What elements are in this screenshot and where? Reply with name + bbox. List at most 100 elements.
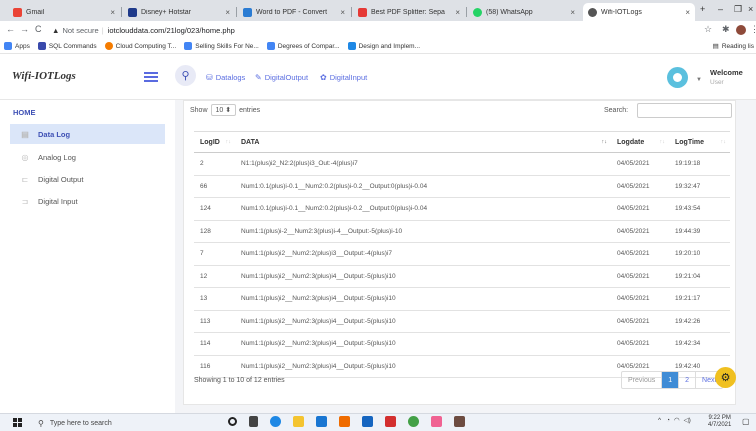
table-row[interactable]: 128 Num1:1(plus)i-2__Num2:3(plus)i-4__Out…: [194, 220, 730, 243]
forward-icon[interactable]: →: [20, 24, 29, 34]
tab-whatsapp[interactable]: (58) WhatsApp ×: [468, 3, 580, 21]
entries-value[interactable]: 10: [216, 107, 224, 114]
profile-icon[interactable]: [736, 25, 746, 35]
tab-pdf-splitter[interactable]: Best PDF Splitter: Sepa ×: [353, 3, 465, 21]
tab-wifi-iotlogs[interactable]: Wifi-IOTLogs ×: [583, 3, 695, 21]
security-label[interactable]: Not secure: [62, 26, 98, 35]
bookmark-selling[interactable]: Selling Skills For Ne...: [184, 42, 259, 50]
sidebar-item-data-log[interactable]: ▤ Data Log: [10, 124, 165, 144]
network-icon[interactable]: ◔: [666, 417, 670, 424]
url-bar[interactable]: ▲ Not secure | iotclouddata.com/21log/02…: [52, 23, 702, 37]
table-row[interactable]: 2 N1:1(plus)i2_N2:2(plus)i3_Out:-4(plus)i…: [194, 152, 730, 176]
bookmark-cloud[interactable]: Cloud Computing T...: [104, 42, 176, 50]
warning-icon[interactable]: ▲: [52, 26, 59, 35]
chrome-icon[interactable]: [408, 416, 419, 427]
pagination-previous[interactable]: Previous: [622, 372, 663, 388]
pagination-page[interactable]: 2: [679, 372, 697, 388]
bookmark-design[interactable]: Design and Implem...: [347, 42, 420, 50]
select-arrows-icon: ⬍: [225, 107, 232, 114]
sidebar-item-digital-input[interactable]: ⊐ Digital Input: [10, 191, 165, 211]
close-tab-icon[interactable]: ×: [570, 8, 575, 17]
col-header-logtime[interactable]: LogTime ↑↓: [669, 131, 730, 153]
word-icon: [243, 7, 252, 17]
tab-word-to-pdf[interactable]: Word to PDF - Convert ×: [238, 3, 350, 21]
task-view-icon[interactable]: [249, 416, 258, 427]
doc-icon: [347, 42, 356, 50]
back-icon[interactable]: ←: [6, 24, 15, 34]
app-icon[interactable]: [454, 416, 465, 427]
url-text[interactable]: iotclouddata.com/21log/023/home.php: [108, 26, 235, 35]
pagination-page[interactable]: 1: [662, 372, 680, 388]
avatar[interactable]: [667, 67, 688, 88]
table-row[interactable]: 124 Num1:0.1(plus)i-0.1__Num2:0.2(plus)i-…: [194, 197, 730, 221]
nav-digitaloutput[interactable]: ✎ DigitalOutput: [255, 73, 308, 82]
windows-start-icon[interactable]: [13, 418, 22, 427]
sidebar-item-label: Analog Log: [38, 152, 76, 162]
close-tab-icon[interactable]: ×: [685, 8, 690, 17]
wifi-icon[interactable]: ◠: [674, 416, 680, 424]
tab-title: Word to PDF - Convert: [256, 8, 328, 16]
restore-icon[interactable]: ❐: [734, 4, 742, 15]
table-row[interactable]: 114 Num1:1(plus)i2__Num2:3(plus)i4__Outpu…: [194, 332, 730, 356]
table-search-input[interactable]: [637, 103, 732, 118]
table-row[interactable]: 66 Num1:0.1(plus)i-0.1__Num2:0.2(plus)i-0…: [194, 175, 730, 198]
col-header-data[interactable]: DATA ↑↓: [235, 131, 611, 153]
tab-hotstar[interactable]: Disney+ Hotstar ×: [123, 3, 235, 21]
entries-select[interactable]: 10 ⬍: [210, 104, 237, 116]
chevron-down-icon[interactable]: ▼: [696, 77, 702, 83]
bookmark-star-icon[interactable]: ☆: [704, 24, 712, 35]
search-icon[interactable]: ⚲: [175, 65, 196, 86]
cortana-icon[interactable]: [228, 417, 237, 426]
hamburger-menu-icon[interactable]: [144, 72, 158, 82]
table-row[interactable]: 12 Num1:1(plus)i2__Num2:3(plus)i4__Output…: [194, 265, 730, 288]
chevron-up-icon[interactable]: ^: [658, 417, 661, 424]
reading-list-icon: ▤: [712, 43, 719, 50]
taskbar-search[interactable]: ⚲ Type here to search: [38, 416, 213, 430]
extensions-icon[interactable]: ✱: [722, 24, 730, 35]
taskbar-search-placeholder[interactable]: Type here to search: [50, 420, 112, 427]
nav-datalogs[interactable]: ⛁ Datalogs: [206, 73, 245, 82]
table-row[interactable]: 7 Num1:1(plus)i2__Num2:2(plus)i3__Output:…: [194, 242, 730, 266]
reload-icon[interactable]: C: [35, 24, 42, 34]
close-tab-icon[interactable]: ×: [225, 8, 230, 17]
photos-icon[interactable]: [362, 416, 373, 427]
sidebar-item-digital-output[interactable]: ⊏ Digital Output: [10, 169, 165, 189]
nav-digitalinput[interactable]: ✿ DigitalInput: [320, 73, 367, 82]
settings-gear-icon[interactable]: ⚙: [715, 367, 736, 388]
sidebar-item-analog-log[interactable]: ◎ Analog Log: [10, 147, 165, 167]
minimize-icon[interactable]: –: [718, 4, 723, 14]
table-row[interactable]: 13 Num1:1(plus)i2__Num2:3(plus)i4__Output…: [194, 287, 730, 311]
close-tab-icon[interactable]: ×: [110, 8, 115, 17]
acrobat-icon[interactable]: [385, 416, 396, 427]
close-window-icon[interactable]: ×: [748, 4, 753, 14]
col-header-logdate[interactable]: Logdate ↑↓: [611, 131, 669, 153]
system-tray[interactable]: ^ ◔ ◠ ◁): [658, 416, 691, 425]
notification-icon[interactable]: ▢: [742, 417, 750, 426]
gmail-icon: [13, 7, 22, 17]
edge-icon[interactable]: [270, 416, 281, 427]
app-logo[interactable]: Wifi-IOTLogs: [12, 70, 76, 82]
store-icon[interactable]: [316, 416, 327, 427]
col-header-logid[interactable]: LogID ↑↓: [194, 131, 235, 153]
close-tab-icon[interactable]: ×: [340, 8, 345, 17]
bookmark-apps[interactable]: Apps: [4, 42, 30, 50]
app-icon[interactable]: [339, 416, 350, 427]
clock-time[interactable]: 9:22 PM: [708, 415, 731, 422]
table-row[interactable]: 113 Num1:1(plus)i2__Num2:3(plus)i4__Outpu…: [194, 310, 730, 333]
nav-label: DigitalInput: [329, 73, 368, 82]
taskbar-clock[interactable]: 9:22 PM 4/7/2021: [708, 415, 731, 429]
clock-date[interactable]: 4/7/2021: [708, 422, 731, 429]
app-icon[interactable]: [431, 416, 442, 427]
reading-list[interactable]: ▤ Reading lis: [712, 42, 754, 51]
file-explorer-icon[interactable]: [293, 416, 304, 427]
new-tab-icon[interactable]: +: [700, 4, 705, 14]
bookmark-sql[interactable]: SQL Commands: [37, 42, 97, 50]
close-tab-icon[interactable]: ×: [455, 8, 460, 17]
bookmark-degrees[interactable]: Degrees of Compar...: [266, 42, 340, 50]
menu-icon[interactable]: ⋮: [750, 24, 756, 35]
tab-gmail[interactable]: Gmail ×: [8, 3, 120, 21]
cell-data: Num1:0.1(plus)i-0.1__Num2:0.2(plus)i-0.2…: [235, 175, 611, 198]
volume-icon[interactable]: ◁): [684, 416, 691, 424]
cell-logdate: 04/05/2021: [611, 310, 669, 333]
cell-logtime: 19:32:47: [669, 175, 730, 198]
